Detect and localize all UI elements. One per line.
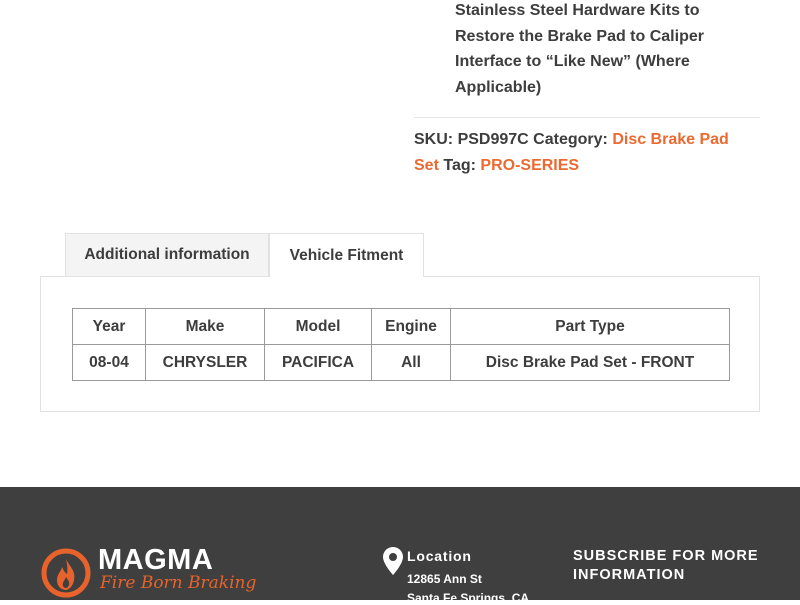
address-line-2: Santa Fe Springs, CA (407, 591, 530, 605)
tab-additional-information[interactable]: Additional information (65, 233, 269, 276)
subscribe-heading: SUBSCRIBE FOR MORE INFORMATION (573, 548, 759, 583)
sku-label: SKU: (414, 131, 454, 148)
magma-logo[interactable]: MAGMA Fire Born Braking (40, 544, 256, 604)
col-header-make: Make (145, 308, 265, 345)
cell-make: CHRYSLER (145, 344, 265, 381)
col-header-engine: Engine (371, 308, 451, 345)
cell-model: PACIFICA (264, 344, 372, 381)
col-header-year: Year (72, 308, 146, 345)
category-label: Category: (533, 131, 608, 148)
address-line-1: 12865 Ann St (407, 572, 482, 586)
location-title: Location (407, 548, 472, 564)
magma-flame-logo-icon (41, 548, 91, 598)
col-header-model: Model (264, 308, 372, 345)
cell-engine: All (371, 344, 451, 381)
location-pin-icon (383, 547, 403, 575)
col-header-part-type: Part Type (450, 308, 730, 345)
tag-label: Tag: (443, 157, 476, 174)
sku-value: PSD997C (457, 131, 529, 148)
tab-vehicle-fitment[interactable]: Vehicle Fitment (269, 233, 424, 277)
product-meta: SKU: PSD997C Category: Disc Brake Pad Se… (414, 127, 754, 179)
cell-year: 08-04 (72, 344, 146, 381)
logo-tagline: Fire Born Braking (100, 573, 257, 593)
meta-divider (414, 117, 760, 118)
footer: MAGMA Fire Born Braking Location 12865 A… (0, 487, 800, 605)
cell-part-type: Disc Brake Pad Set - FRONT (450, 344, 730, 381)
fitment-table: Year Make Model Engine Part Type 08-04 C… (72, 308, 730, 381)
table-header-row: Year Make Model Engine Part Type (72, 308, 730, 345)
feature-text: Stainless Steel Hardware Kits to Restore… (455, 2, 704, 96)
tag-link[interactable]: PRO-SERIES (480, 157, 579, 174)
tab-panel: Year Make Model Engine Part Type 08-04 C… (40, 276, 760, 412)
table-row: 08-04 CHRYSLER PACIFICA All Disc Brake P… (72, 344, 730, 381)
